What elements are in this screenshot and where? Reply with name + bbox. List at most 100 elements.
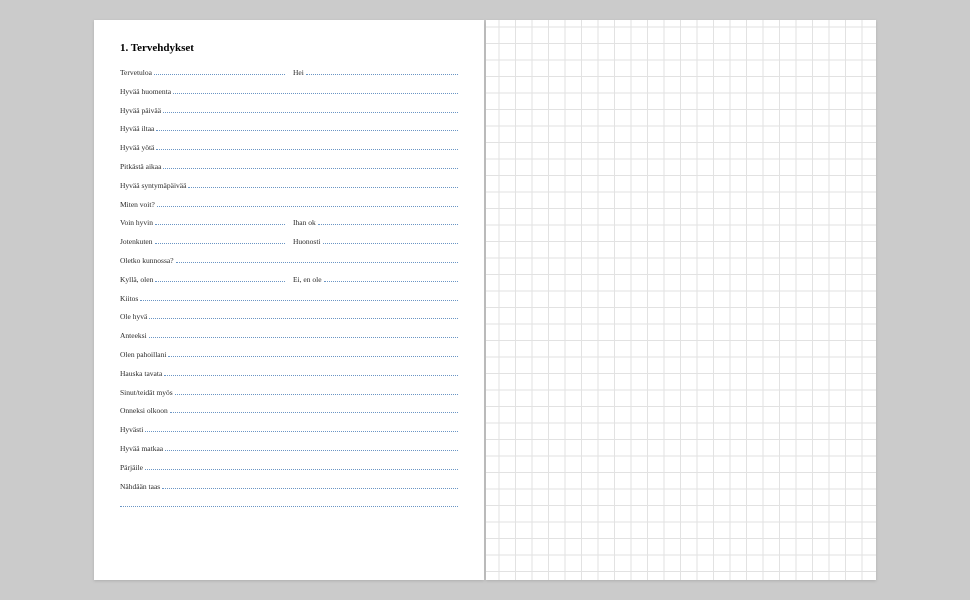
dotted-fill-line <box>145 463 458 470</box>
phrase-cell: Oletko kunnossa? <box>120 256 458 265</box>
phrase-label: Anteeksi <box>120 331 149 340</box>
phrase-list: Tervetuloa Hei Hyvää huomenta Hyvää päivää H… <box>120 68 458 511</box>
phrase-cell: Onneksi olkoon <box>120 406 458 415</box>
phrase-label: Onneksi olkoon <box>120 406 170 415</box>
dotted-fill-line <box>120 500 458 507</box>
phrase-row: Oletko kunnossa? <box>120 256 458 267</box>
dotted-fill-line <box>306 68 458 75</box>
phrase-label: Hyvää syntymäpäivää <box>120 181 188 190</box>
dotted-fill-line <box>176 256 458 263</box>
section-heading: 1. Tervehdykset <box>120 42 458 54</box>
phrase-cell: Olen pahoillani <box>120 350 458 359</box>
phrase-cell: Ole hyvä <box>120 312 458 321</box>
dotted-fill-line <box>164 369 458 376</box>
phrase-label: Oletko kunnossa? <box>120 256 176 265</box>
dotted-fill-line <box>149 312 458 319</box>
phrase-label: Hyvää iltaa <box>120 124 156 133</box>
phrase-label: Kiitos <box>120 294 140 303</box>
phrase-label: Miten voit? <box>120 200 157 209</box>
phrase-row: Voin hyvin Ihan ok <box>120 218 458 229</box>
phrase-label: Ei, en ole <box>293 275 324 284</box>
phrase-cell: Pärjäile <box>120 463 458 472</box>
phrase-row: Sinut/teidät myös <box>120 388 458 399</box>
phrase-row: Hyvää iltaa <box>120 124 458 135</box>
phrase-cell: Hyvästi <box>120 425 458 434</box>
dotted-fill-line <box>175 388 458 395</box>
right-page-grid <box>486 20 876 580</box>
phrase-cell: Hyvää iltaa <box>120 124 458 133</box>
phrase-cell: Hyvää yötä <box>120 143 458 152</box>
phrase-label: Olen pahoillani <box>120 350 168 359</box>
phrase-row: Olen pahoillani <box>120 350 458 361</box>
dotted-fill-line <box>188 181 458 188</box>
phrase-row: Hyvää matkaa <box>120 444 458 455</box>
phrase-label: Hyvää huomenta <box>120 87 173 96</box>
phrase-cell: Kyllä, olen <box>120 275 285 284</box>
phrase-cell: Ei, en ole <box>293 275 458 284</box>
phrase-label: Nähdään taas <box>120 482 162 491</box>
dotted-fill-line <box>318 218 458 225</box>
dotted-fill-line <box>162 482 458 489</box>
phrase-cell: Anteeksi <box>120 331 458 340</box>
dotted-fill-line <box>156 143 458 150</box>
phrase-label: Kyllä, olen <box>120 275 155 284</box>
phrase-label: Sinut/teidät myös <box>120 388 175 397</box>
phrase-label: Pärjäile <box>120 463 145 472</box>
dotted-fill-line <box>165 444 458 451</box>
dotted-fill-line <box>154 68 285 75</box>
phrase-row: Kyllä, olen Ei, en ole <box>120 275 458 286</box>
phrase-label: Voin hyvin <box>120 218 155 227</box>
phrase-row: Tervetuloa Hei <box>120 68 458 79</box>
phrase-label: Huonosti <box>293 237 323 246</box>
phrase-label: Hei <box>293 68 306 77</box>
phrase-label: Hyvää päivää <box>120 106 163 115</box>
phrase-cell: Nähdään taas <box>120 482 458 491</box>
dotted-fill-line <box>168 350 458 357</box>
dotted-fill-line <box>163 106 458 113</box>
phrase-cell: Pitkästä aikaa <box>120 162 458 171</box>
phrase-cell: Sinut/teidät myös <box>120 388 458 397</box>
phrase-cell: Jotenkuten <box>120 237 285 246</box>
page-spread: 1. Tervehdykset Tervetuloa Hei Hyvää huome… <box>94 20 876 580</box>
phrase-label: Pitkästä aikaa <box>120 162 163 171</box>
phrase-label: Tervetuloa <box>120 68 154 77</box>
phrase-cell <box>120 500 458 507</box>
phrase-cell: Hei <box>293 68 458 77</box>
phrase-row: Jotenkuten Huonosti <box>120 237 458 248</box>
phrase-label: Hyvää yötä <box>120 143 156 152</box>
phrase-cell: Hyvää syntymäpäivää <box>120 181 458 190</box>
dotted-fill-line <box>324 275 458 282</box>
phrase-row: Nähdään taas <box>120 482 458 493</box>
phrase-cell: Kiitos <box>120 294 458 303</box>
phrase-cell: Hauska tavata <box>120 369 458 378</box>
phrase-row: Hyvää huomenta <box>120 87 458 98</box>
phrase-row: Kiitos <box>120 294 458 305</box>
phrase-row: Pitkästä aikaa <box>120 162 458 173</box>
phrase-cell: Huonosti <box>293 237 458 246</box>
phrase-row: Onneksi olkoon <box>120 406 458 417</box>
phrase-cell: Hyvää päivää <box>120 106 458 115</box>
phrase-label: Ihan ok <box>293 218 318 227</box>
phrase-label: Hyvästi <box>120 425 145 434</box>
phrase-row: Pärjäile <box>120 463 458 474</box>
dotted-fill-line <box>157 200 458 207</box>
phrase-row: Hyvästi <box>120 425 458 436</box>
phrase-row: Hyvää syntymäpäivää <box>120 181 458 192</box>
phrase-row: Hauska tavata <box>120 369 458 380</box>
dotted-fill-line <box>155 237 286 244</box>
phrase-row: Hyvää päivää <box>120 106 458 117</box>
phrase-label: Jotenkuten <box>120 237 155 246</box>
phrase-cell: Voin hyvin <box>120 218 285 227</box>
phrase-label: Hauska tavata <box>120 369 164 378</box>
phrase-cell: Miten voit? <box>120 200 458 209</box>
dotted-fill-line <box>323 237 458 244</box>
dotted-fill-line <box>155 218 285 225</box>
phrase-row: Hyvää yötä <box>120 143 458 154</box>
dotted-fill-line <box>170 406 458 413</box>
phrase-label: Hyvää matkaa <box>120 444 165 453</box>
dotted-fill-line <box>145 425 458 432</box>
dotted-fill-line <box>155 275 285 282</box>
phrase-cell: Tervetuloa <box>120 68 285 77</box>
phrase-cell: Hyvää huomenta <box>120 87 458 96</box>
phrase-row <box>120 500 458 511</box>
